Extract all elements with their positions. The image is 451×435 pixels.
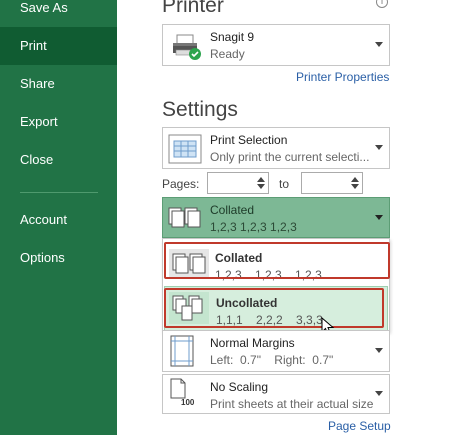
selection-sheet-icon (168, 133, 202, 168)
collation-dropdown[interactable]: Collated 1,2,3 1,2,3 1,2,3 (162, 197, 390, 238)
collation-subtitle: 1,2,3 1,2,3 1,2,3 (210, 220, 297, 234)
printer-name: Snagit 9 (210, 30, 255, 44)
pages-to-input[interactable] (304, 174, 354, 194)
stepper-up-icon[interactable] (257, 177, 265, 182)
chevron-down-icon (375, 145, 383, 150)
print-what-subtitle: Only print the current selecti... (210, 150, 370, 164)
scaling-page-icon (169, 378, 199, 415)
chevron-down-icon (375, 391, 383, 396)
margins-dropdown[interactable]: Normal Margins Left: 0.7" Right: 0.7" (162, 330, 390, 372)
chevron-down-icon (375, 214, 383, 220)
stepper-up-icon[interactable] (351, 177, 359, 182)
scaling-subtitle: Print sheets at their actual size (210, 397, 374, 411)
printer-status: Ready (210, 47, 245, 61)
printer-properties-link[interactable]: Printer Properties (296, 70, 389, 84)
settings-heading: Settings (162, 98, 238, 121)
sidebar-item-print[interactable]: Print (0, 27, 117, 65)
scaling-icon-number: 100 (181, 398, 195, 407)
pages-from-stepper[interactable] (207, 172, 269, 194)
printer-dropdown[interactable]: Snagit 9 Ready (162, 24, 390, 66)
sidebar-item-share[interactable]: Share (0, 65, 117, 103)
sidebar-item-save-as[interactable]: Save As (0, 0, 117, 27)
margins-icon (170, 335, 194, 370)
printer-icon (168, 30, 204, 65)
pages-to-stepper[interactable] (301, 172, 363, 194)
backstage-sidebar: Save As Print Share Export Close Account… (0, 0, 117, 435)
sidebar-item-options[interactable]: Options (0, 239, 117, 277)
printer-heading: Printer (162, 0, 224, 17)
pages-to-label: to (279, 177, 290, 191)
sidebar-item-export[interactable]: Export (0, 103, 117, 141)
margins-subtitle: Left: 0.7" Right: 0.7" (210, 353, 334, 367)
scaling-dropdown[interactable]: 100 No Scaling Print sheets at their act… (162, 374, 390, 414)
highlight-box-uncollated (164, 288, 384, 328)
info-icon[interactable]: i (376, 0, 388, 8)
chevron-down-icon (375, 348, 383, 353)
stepper-down-icon[interactable] (351, 184, 359, 189)
highlight-box-collated (164, 242, 390, 279)
sidebar-item-close[interactable]: Close (0, 141, 117, 179)
print-what-title: Print Selection (210, 133, 288, 147)
scaling-title: No Scaling (210, 380, 269, 394)
collated-icon (168, 205, 202, 234)
collation-title: Collated (210, 203, 255, 217)
sidebar-item-account[interactable]: Account (0, 201, 117, 239)
stepper-down-icon[interactable] (257, 184, 265, 189)
sidebar-divider (20, 192, 98, 193)
print-what-dropdown[interactable]: Print Selection Only print the current s… (162, 127, 390, 169)
margins-title: Normal Margins (210, 336, 295, 350)
pages-from-input[interactable] (210, 174, 260, 194)
chevron-down-icon (375, 42, 383, 47)
pages-label: Pages: (162, 177, 200, 191)
page-setup-link[interactable]: Page Setup (328, 419, 391, 433)
